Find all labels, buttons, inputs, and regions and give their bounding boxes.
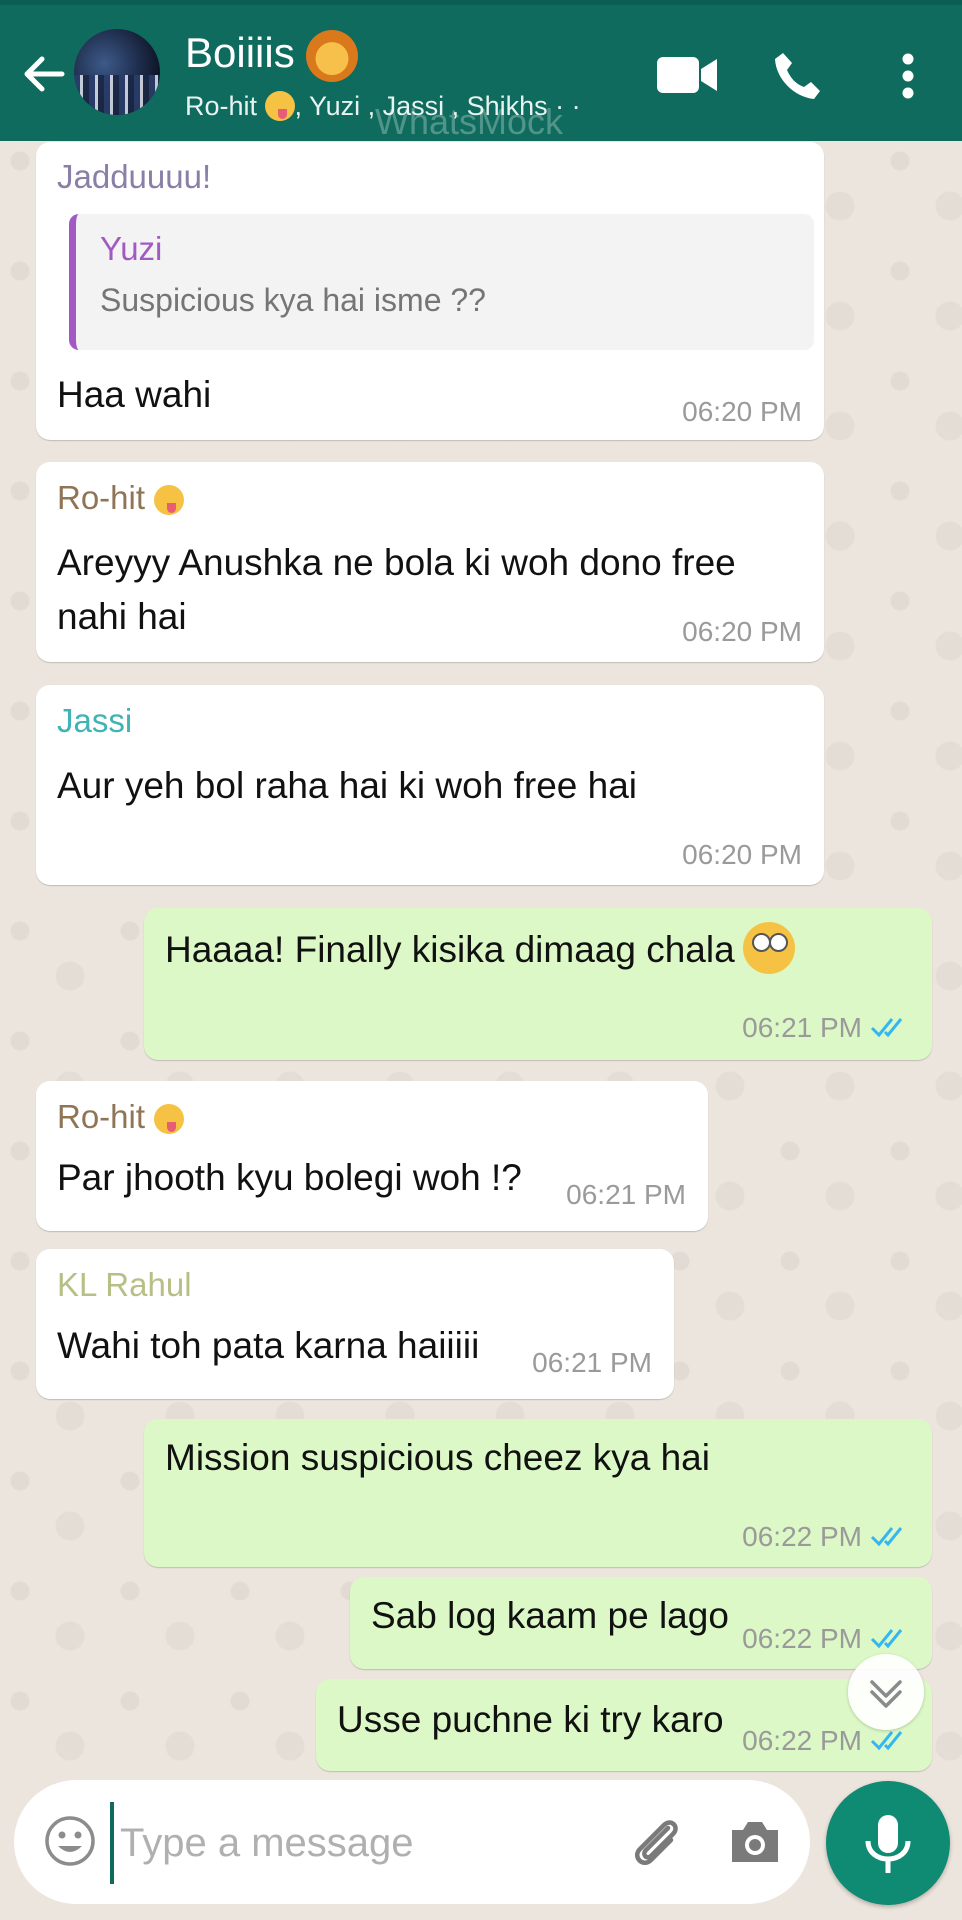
sender-label: Ro-hit <box>57 1098 146 1135</box>
message-text: Mission suspicious cheez kya hai <box>165 1437 710 1478</box>
message-bubble[interactable]: KL Rahul Wahi toh pata karna haiiiii 06:… <box>36 1249 674 1399</box>
message-time: 06:21 PM <box>532 1347 652 1378</box>
double-check-icon <box>870 1018 903 1038</box>
eye-roll-emoji-icon <box>742 922 795 974</box>
double-check-icon <box>870 1527 903 1547</box>
message-bubble-outgoing[interactable]: Usse puchne ki try karo 06:22 PM <box>316 1679 932 1771</box>
message-text: Haaaa! Finally kisika dimaag chala <box>165 922 795 977</box>
message-bubble-outgoing[interactable]: Sab log kaam pe lago 06:22 PM <box>350 1577 932 1669</box>
message-text: Aur yeh bol raha hai ki woh free hai <box>57 765 638 806</box>
message-bubble-outgoing[interactable]: Mission suspicious cheez kya hai 06:22 P… <box>144 1419 932 1567</box>
emoji-icon[interactable] <box>42 1813 98 1869</box>
sender-name: Ro-hit <box>57 479 185 517</box>
avatar-photo <box>74 75 160 115</box>
sender-name: Jadduuuu! <box>57 158 212 195</box>
time-label: 06:22 PM <box>742 1725 862 1756</box>
lion-face-icon <box>306 30 358 82</box>
quoted-message[interactable]: Yuzi Suspicious kya hai isme ?? <box>69 214 814 350</box>
zany-face-icon <box>264 91 295 121</box>
message-time: 06:20 PM <box>682 396 802 427</box>
message-text: Usse puchne ki try karo <box>337 1699 724 1740</box>
message-composer <box>14 1780 810 1904</box>
voice-message-button[interactable] <box>826 1781 950 1905</box>
zany-face-icon <box>154 1104 185 1134</box>
more-options-icon[interactable] <box>888 51 928 101</box>
message-bubble[interactable]: Ro-hit Areyyy Anushka ne bola ki woh don… <box>36 462 824 662</box>
message-bubble[interactable]: Jassi Aur yeh bol raha hai ki woh free h… <box>36 685 824 885</box>
message-text: Par jhooth kyu bolegi woh !? <box>57 1157 522 1198</box>
message-bubble[interactable]: Jadduuuu! Yuzi Suspicious kya hai isme ?… <box>36 142 824 440</box>
message-text: Haa wahi <box>57 374 212 415</box>
double-check-icon <box>870 1629 903 1649</box>
message-time: 06:22 PM <box>742 1521 910 1553</box>
message-time: 06:20 PM <box>682 839 802 870</box>
zany-face-icon <box>154 485 185 515</box>
message-time: 06:21 PM <box>566 1179 686 1210</box>
message-bubble[interactable]: Ro-hit Par jhooth kyu bolegi woh !? 06:2… <box>36 1081 708 1231</box>
message-text: Wahi toh pata karna haiiiii <box>57 1325 480 1366</box>
message-time: 06:22 PM <box>742 1623 910 1655</box>
message-time: 06:20 PM <box>682 616 802 647</box>
time-label: 06:22 PM <box>742 1521 862 1552</box>
sender-name: KL Rahul <box>57 1266 192 1303</box>
scroll-to-bottom-button[interactable] <box>848 1654 924 1730</box>
paperclip-icon[interactable] <box>624 1810 688 1874</box>
quoted-text: Suspicious kya hai isme ?? <box>100 282 486 318</box>
group-name[interactable]: Boiiiis <box>185 29 295 77</box>
back-arrow-icon[interactable] <box>18 49 68 99</box>
member-name: Ro-hit <box>185 91 258 121</box>
camera-icon[interactable] <box>726 1812 784 1870</box>
message-time: 06:21 PM <box>742 1012 910 1044</box>
sender-name: Jassi <box>57 702 133 739</box>
message-text-content: Haaaa! Finally kisika dimaag chala <box>165 929 735 970</box>
watermark: WhatsMock <box>375 101 564 142</box>
phone-icon[interactable] <box>770 49 824 103</box>
quoted-sender: Yuzi <box>100 230 163 267</box>
group-avatar[interactable] <box>74 29 160 115</box>
double-check-icon <box>870 1731 903 1751</box>
message-input[interactable] <box>110 1802 622 1884</box>
chevron-double-down-icon <box>870 1680 902 1708</box>
message-text: Sab log kaam pe lago <box>371 1595 729 1636</box>
time-label: 06:22 PM <box>742 1623 862 1654</box>
chat-header: Boiiiis Ro-hit , Yuzi , Jassi , Shikhs ·… <box>0 5 962 142</box>
message-text: Areyyy Anushka ne bola ki woh dono free … <box>57 542 736 637</box>
message-list[interactable]: Jadduuuu! Yuzi Suspicious kya hai isme ?… <box>0 141 962 1780</box>
time-label: 06:21 PM <box>742 1012 862 1043</box>
message-bubble-outgoing[interactable]: Haaaa! Finally kisika dimaag chala 06:21… <box>144 908 932 1060</box>
video-call-icon[interactable] <box>655 53 719 97</box>
microphone-icon <box>865 1815 911 1873</box>
sender-label: Ro-hit <box>57 479 146 516</box>
sender-name: Ro-hit <box>57 1098 185 1136</box>
